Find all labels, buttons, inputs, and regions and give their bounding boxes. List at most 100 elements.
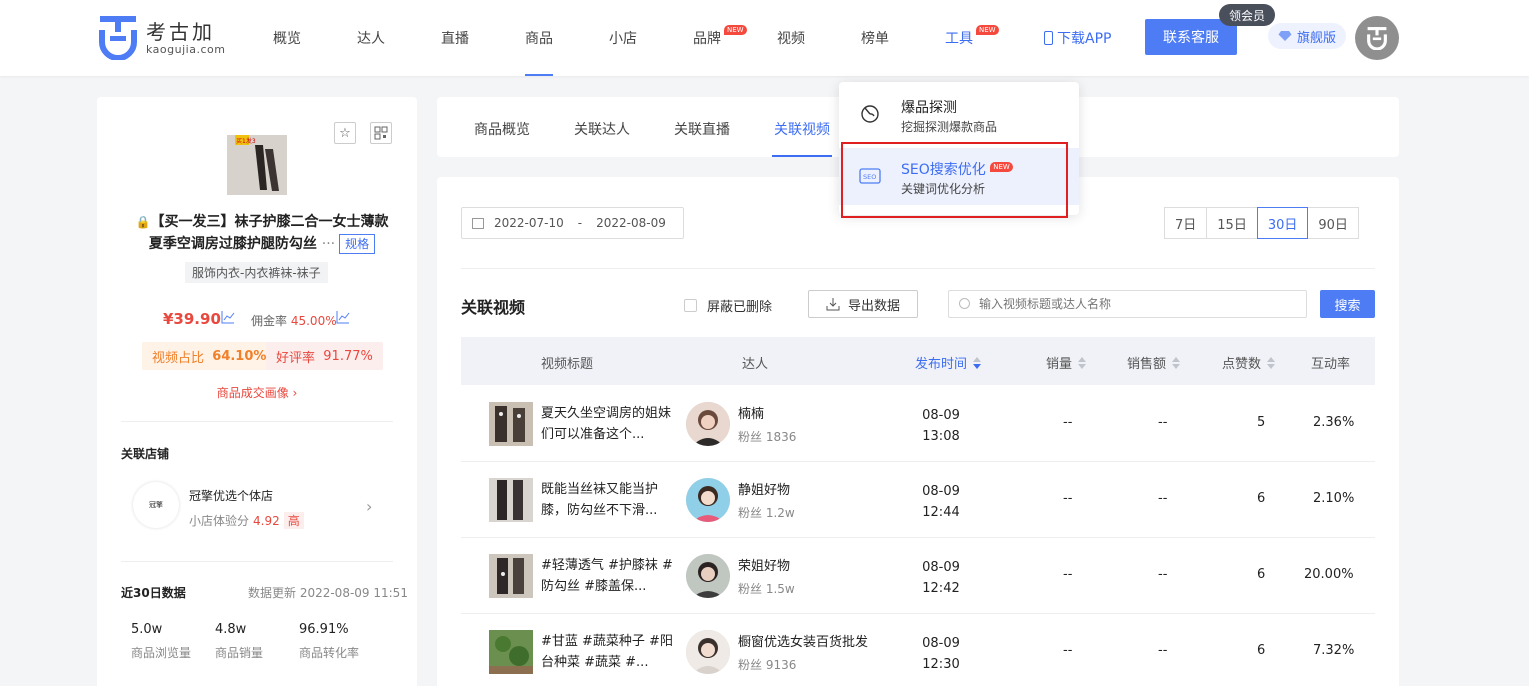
interaction-rate-value: 2.36% xyxy=(1313,415,1355,430)
lock-icon: 🔒 xyxy=(135,215,151,229)
menu-item-hot-product-detect[interactable]: 爆品探测 挖掘探测爆款商品 xyxy=(839,86,1079,143)
influencer-name[interactable]: 静姐好物 xyxy=(738,479,790,498)
recent-30-label: 近30日数据 xyxy=(121,586,186,600)
nav-tools[interactable]: 工具 xyxy=(945,28,973,48)
divider xyxy=(121,421,393,422)
contact-service-button[interactable]: 联系客服 xyxy=(1145,19,1237,55)
hide-deleted-label: 屏蔽已删除 xyxy=(707,300,773,315)
member-tag[interactable]: 领会员 xyxy=(1219,4,1275,26)
stat-conversion: 96.91% 商品转化率 xyxy=(299,622,360,660)
influencer-name[interactable]: 荣姐好物 xyxy=(738,555,790,574)
influencer-avatar[interactable] xyxy=(686,478,730,522)
flagship-badge[interactable]: 旗舰版 xyxy=(1268,23,1346,49)
nav-products[interactable]: 商品 xyxy=(525,28,553,76)
export-icon xyxy=(826,298,840,311)
influencer-name[interactable]: 橱窗优选女装百货批发 xyxy=(738,631,868,650)
nav-rankings[interactable]: 榜单 xyxy=(861,28,889,48)
nav-overview[interactable]: 概览 xyxy=(273,28,301,48)
influencer-avatar[interactable] xyxy=(686,554,730,598)
revenue-value: -- xyxy=(1158,567,1168,582)
col-likes[interactable]: 点赞数 xyxy=(1222,353,1276,372)
period-15d-button[interactable]: 15日 xyxy=(1206,207,1258,239)
nav-brands[interactable]: 品牌 xyxy=(693,28,721,48)
nav-videos[interactable]: 视频 xyxy=(777,28,805,48)
interaction-rate-value: 2.10% xyxy=(1313,491,1355,506)
video-title[interactable]: #轻薄透气 #护膝袜 #防勾丝 #膝盖保... xyxy=(541,555,673,597)
influencer-avatar[interactable] xyxy=(686,630,730,674)
date-start: 2022-07-10 xyxy=(494,216,564,230)
date-range-picker[interactable]: 2022-07-10 - 2022-08-09 xyxy=(461,207,684,239)
table-row[interactable]: 夏天久坐空调房的姐妹们可以准备这个... 楠楠 粉丝 1836 08-09 13:… xyxy=(461,386,1375,462)
logo-domain: kaogujia.com xyxy=(146,43,226,56)
highlight-box xyxy=(841,142,1068,218)
video-title[interactable]: 夏天久坐空调房的姐妹们可以准备这个... xyxy=(541,403,673,445)
video-title[interactable]: #甘蓝 #蔬菜种子 #阳台种菜 #蔬菜 #... xyxy=(541,631,673,673)
video-thumbnail[interactable] xyxy=(489,630,533,674)
search-button[interactable]: 搜索 xyxy=(1320,290,1375,318)
nav-influencers[interactable]: 达人 xyxy=(357,28,385,48)
col-revenue[interactable]: 销售额 xyxy=(1127,353,1181,372)
period-30d-button[interactable]: 30日 xyxy=(1256,207,1309,239)
related-videos-card: 2022-07-10 - 2022-08-09 7日 15日 30日 90日 关… xyxy=(437,177,1399,686)
table-row[interactable]: #轻薄透气 #护膝袜 #防勾丝 #膝盖保... 荣姐好物 粉丝 1.5w 08-… xyxy=(461,538,1375,614)
product-image[interactable]: 买1发3 xyxy=(227,135,287,195)
chevron-right-icon[interactable]: › xyxy=(366,497,372,516)
interaction-rate-value: 7.32% xyxy=(1313,643,1355,658)
likes-value: 6 xyxy=(1257,491,1266,506)
product-title: 🔒【买一发三】袜子护膝二合一女士薄款 夏季空调房过膝护腿防勾丝 ··· 规格 xyxy=(117,211,407,255)
shop-logo[interactable]: 冠擎 xyxy=(133,482,179,528)
col-publish-time[interactable]: 发布时间 xyxy=(915,353,982,372)
product-info-panel: ☆ 买1发3 🔒【买一发三】袜子护膝二合一女士薄款 夏季空调房过膝护腿防勾丝 ·… xyxy=(97,97,417,686)
tab-related-videos[interactable]: 关联视频 xyxy=(772,119,832,157)
divider xyxy=(121,561,393,562)
col-sales[interactable]: 销量 xyxy=(1046,353,1087,372)
checkbox-icon[interactable] xyxy=(684,299,697,312)
price-trend-icon[interactable] xyxy=(221,310,235,324)
new-badge: NEW xyxy=(724,25,747,35)
col-influencer: 达人 xyxy=(742,357,769,372)
period-7d-button[interactable]: 7日 xyxy=(1164,207,1208,239)
table-row[interactable]: #甘蓝 #蔬菜种子 #阳台种菜 #蔬菜 #... 橱窗优选女装百货批发 粉丝 9… xyxy=(461,614,1375,686)
sales-value: -- xyxy=(1063,643,1073,658)
user-avatar[interactable] xyxy=(1355,16,1399,60)
video-thumbnail[interactable] xyxy=(489,402,533,446)
influencer-avatar[interactable] xyxy=(686,402,730,446)
video-title[interactable]: 既能当丝袜又能当护膝，防勾丝不下滑... xyxy=(541,479,673,521)
tab-product-overview[interactable]: 商品概览 xyxy=(474,119,530,139)
video-thumbnail[interactable] xyxy=(489,554,533,598)
logo-name[interactable]: 考古加 xyxy=(146,16,215,45)
more-icon[interactable]: ··· xyxy=(322,236,335,252)
stat-views: 5.0w 商品浏览量 xyxy=(131,622,192,660)
spec-button[interactable]: 规格 xyxy=(339,234,376,254)
likes-value: 6 xyxy=(1257,567,1266,582)
shop-name[interactable]: 冠擎优选个体店 xyxy=(189,487,273,504)
qrcode-icon[interactable] xyxy=(370,122,392,144)
period-selector: 7日 15日 30日 90日 xyxy=(1164,207,1359,239)
video-thumbnail[interactable] xyxy=(489,478,533,522)
influencer-name[interactable]: 楠楠 xyxy=(738,403,764,422)
date-end: 2022-08-09 xyxy=(596,216,666,230)
export-data-button[interactable]: 导出数据 xyxy=(808,290,918,318)
favorite-star-icon[interactable]: ☆ xyxy=(334,122,356,144)
sales-value: -- xyxy=(1063,567,1073,582)
nav-shops[interactable]: 小店 xyxy=(609,28,637,48)
table-row[interactable]: 既能当丝袜又能当护膝，防勾丝不下滑... 静姐好物 粉丝 1.2w 08-09 1… xyxy=(461,462,1375,538)
period-90d-button[interactable]: 90日 xyxy=(1307,207,1359,239)
avatar-logo-icon xyxy=(1367,27,1387,50)
tab-related-influencers[interactable]: 关联达人 xyxy=(574,119,630,139)
category-tag[interactable]: 服饰内衣-内衣裤袜-袜子 xyxy=(185,262,328,283)
svg-text:买1发3: 买1发3 xyxy=(236,137,256,145)
search-input[interactable] xyxy=(948,290,1307,318)
nav-live[interactable]: 直播 xyxy=(441,28,469,48)
logo-icon[interactable] xyxy=(98,14,138,60)
download-app-link[interactable]: 下载APP xyxy=(1044,28,1111,48)
radar-icon xyxy=(861,105,879,123)
publish-time: 08-09 12:42 xyxy=(922,560,960,596)
revenue-value: -- xyxy=(1158,415,1168,430)
tab-related-live[interactable]: 关联直播 xyxy=(674,119,730,139)
hide-deleted-checkbox[interactable]: 屏蔽已删除 xyxy=(684,296,772,315)
influencer-fans: 粉丝 1.2w xyxy=(738,506,795,520)
diamond-icon xyxy=(1278,31,1292,41)
commission-trend-icon[interactable] xyxy=(336,310,350,324)
transaction-portrait-link[interactable]: 商品成交画像 › xyxy=(97,384,417,401)
